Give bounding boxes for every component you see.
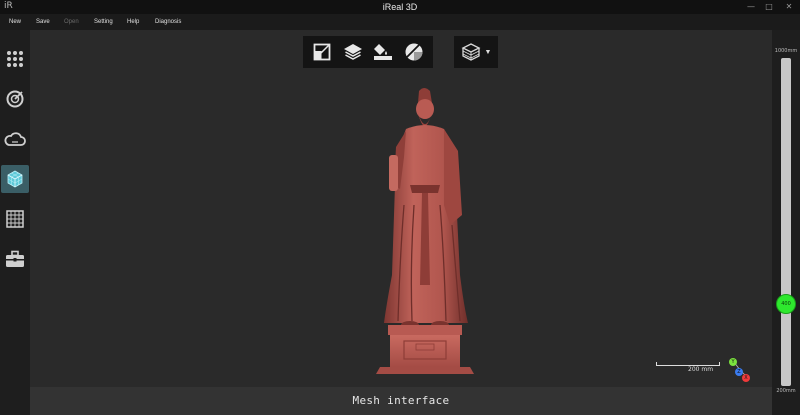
mesh-cube-icon <box>7 170 23 188</box>
3d-mesh-model[interactable] <box>340 85 510 375</box>
toolbox-icon <box>6 250 24 267</box>
chevron-down-icon: ▼ <box>484 48 492 56</box>
scale-label: 200 mm <box>688 366 714 373</box>
title-bar: iR iReal 3D — □ ✕ <box>0 0 800 14</box>
menu-open[interactable]: Open <box>64 14 79 30</box>
maximize-button[interactable]: □ <box>762 0 776 14</box>
zoom-max-label: 1000mm <box>774 48 798 54</box>
slice-tool-button[interactable] <box>402 40 426 64</box>
sidebar-item-home[interactable] <box>1 45 29 73</box>
zoom-slider-thumb[interactable]: 400 <box>776 294 796 314</box>
scan-target-icon <box>6 90 24 108</box>
frame-tool-button[interactable] <box>310 40 334 64</box>
layers-stack-icon <box>343 44 362 60</box>
slice-circle-icon <box>405 43 423 61</box>
zoom-min-label: 200mm <box>776 388 796 394</box>
grid-dots-icon <box>7 51 23 67</box>
menu-new[interactable]: New <box>9 14 21 30</box>
sidebar-item-tools[interactable] <box>1 245 29 273</box>
menu-setting[interactable]: Setting <box>94 14 113 30</box>
left-sidebar <box>0 30 30 415</box>
layers-tool-button[interactable] <box>341 40 365 64</box>
3d-viewport[interactable]: ▼ 200 mm Y Z X <box>30 30 772 387</box>
axis-gizmo: Y Z X <box>726 356 754 384</box>
sidebar-item-texture[interactable] <box>1 205 29 233</box>
status-bar: Mesh interface <box>30 387 772 415</box>
window-title: iReal 3D <box>382 2 418 12</box>
y-axis-label: Y <box>729 358 737 366</box>
minimize-button[interactable]: — <box>744 0 758 14</box>
menu-bar: New Save Open Setting Help Diagnosis <box>0 14 800 30</box>
menu-help[interactable]: Help <box>127 14 139 30</box>
view-mode-dropdown[interactable]: ▼ <box>454 36 498 68</box>
sidebar-item-mesh[interactable] <box>1 165 29 193</box>
cloud-icon <box>4 132 26 146</box>
layers-cube-icon <box>461 43 480 61</box>
zoom-slider-track[interactable] <box>781 58 791 386</box>
status-text: Mesh interface <box>352 394 450 407</box>
menu-diagnosis[interactable]: Diagnosis <box>155 14 181 30</box>
menu-save[interactable]: Save <box>36 14 50 30</box>
sidebar-item-scan[interactable] <box>1 85 29 113</box>
texture-grid-icon <box>6 210 24 228</box>
close-button[interactable]: ✕ <box>782 0 796 14</box>
zoom-panel: 1000mm 400 200mm <box>772 30 800 415</box>
frame-crop-icon <box>313 43 331 61</box>
view-toolbar <box>303 36 433 68</box>
paint-tool-button[interactable] <box>371 40 395 64</box>
paint-bucket-icon <box>374 44 393 60</box>
x-axis-label: X <box>742 374 750 382</box>
sidebar-item-cloud[interactable] <box>1 125 29 153</box>
